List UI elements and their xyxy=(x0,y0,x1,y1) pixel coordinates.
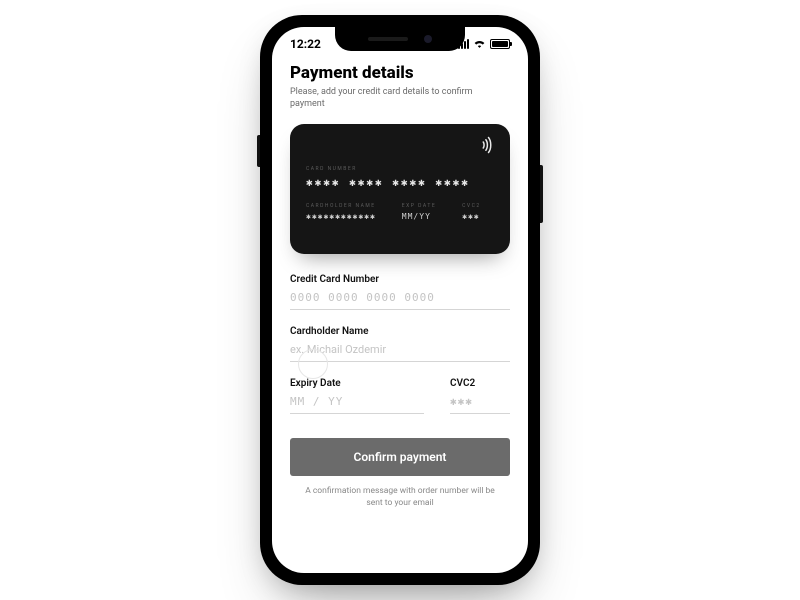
card-cvc-label: CVC2 xyxy=(462,203,480,209)
cvc-label: CVC2 xyxy=(450,378,510,389)
contactless-icon xyxy=(478,136,496,158)
cc-number-input[interactable] xyxy=(290,285,510,310)
cvc-input[interactable] xyxy=(450,389,510,414)
page-subtitle: Please, add your credit card details to … xyxy=(290,86,490,110)
payment-form: Credit Card Number Cardholder Name Expir… xyxy=(290,274,510,510)
card-cvc-mask: ✱✱✱ xyxy=(462,212,480,221)
battery-icon xyxy=(490,39,510,49)
cardholder-name-input[interactable] xyxy=(290,337,510,362)
page-title: Payment details xyxy=(290,63,510,83)
notch xyxy=(335,27,465,51)
wifi-icon xyxy=(473,37,486,51)
status-icons xyxy=(458,37,510,51)
confirm-payment-button[interactable]: Confirm payment xyxy=(290,438,510,476)
expiry-date-input[interactable] xyxy=(290,389,424,414)
card-number-label: CARD NUMBER xyxy=(306,166,494,172)
card-number-mask: ✱✱✱✱ ✱✱✱✱ ✱✱✱✱ ✱✱✱✱ xyxy=(306,176,494,189)
screen: 12:22 Payment details Please, add your c… xyxy=(272,27,528,573)
card-holder-label: CARDHOLDER NAME xyxy=(306,203,376,209)
credit-card-preview: CARD NUMBER ✱✱✱✱ ✱✱✱✱ ✱✱✱✱ ✱✱✱✱ CARDHOLD… xyxy=(290,124,510,254)
status-time: 12:22 xyxy=(290,37,321,51)
phone-frame: 12:22 Payment details Please, add your c… xyxy=(260,15,540,585)
cc-number-label: Credit Card Number xyxy=(290,274,510,285)
card-exp-mask: MM/YY xyxy=(402,212,436,221)
card-exp-label: EXP DATE xyxy=(402,203,436,209)
expiry-date-label: Expiry Date xyxy=(290,378,424,389)
card-holder-mask: ✱✱✱✱✱✱✱✱✱✱✱✱ xyxy=(306,212,376,221)
confirmation-note: A confirmation message with order number… xyxy=(290,486,510,510)
cardholder-name-label: Cardholder Name xyxy=(290,326,510,337)
